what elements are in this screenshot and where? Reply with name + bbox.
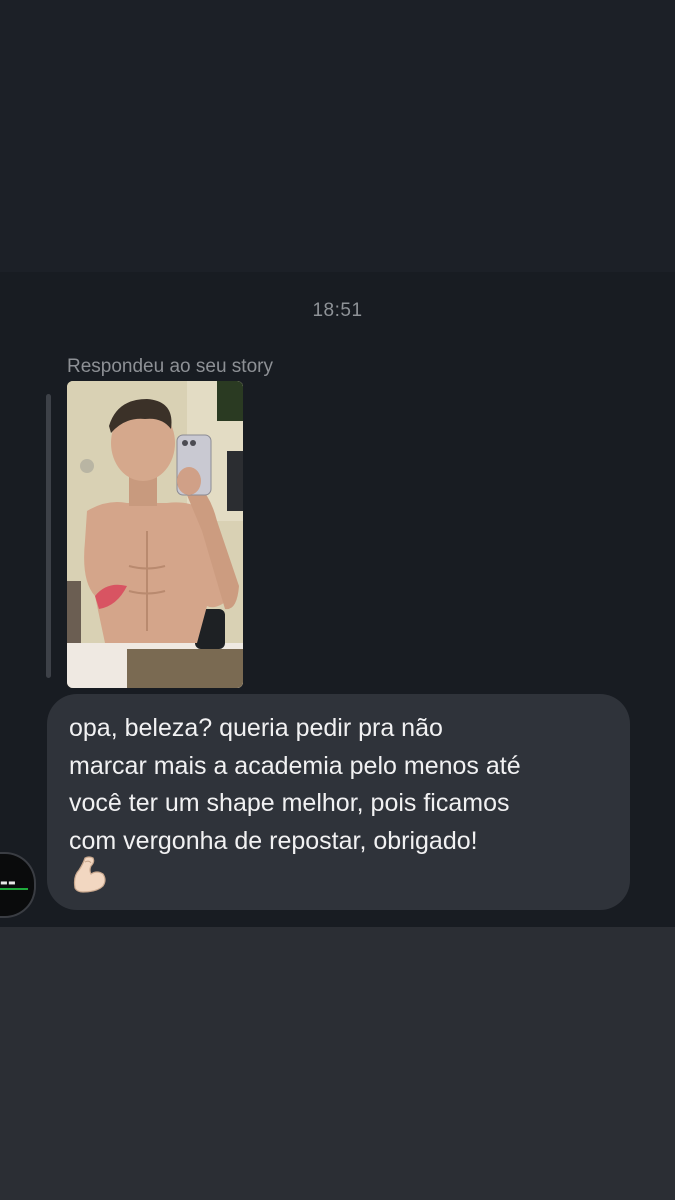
top-empty-area <box>0 0 675 272</box>
bottom-empty-area <box>0 927 675 1200</box>
message-text: opa, beleza? queria pedir pra não marcar… <box>69 710 619 860</box>
message-line-4: com vergonha de repostar, obrigado! <box>69 826 478 855</box>
message-line-1: opa, beleza? queria pedir pra não <box>69 714 443 742</box>
reply-quote-bar <box>46 394 51 678</box>
story-reply-label: Respondeu ao seu story <box>67 356 273 377</box>
flexed-biceps-icon <box>73 856 106 893</box>
gym-logo-icon: ▬▬ <box>0 878 17 887</box>
avatar-logo-stripe <box>0 888 28 890</box>
story-thumbnail[interactable] <box>67 381 243 688</box>
message-line-2: marcar mais a academia pelo menos até <box>69 751 521 780</box>
message-line-3: você ter um shape melhor, pois ficamos <box>69 789 510 817</box>
selfie-photo-image <box>67 381 243 688</box>
message-bubble[interactable]: opa, beleza? queria pedir pra não marcar… <box>47 694 630 910</box>
message-timestamp: 18:51 <box>312 300 363 321</box>
